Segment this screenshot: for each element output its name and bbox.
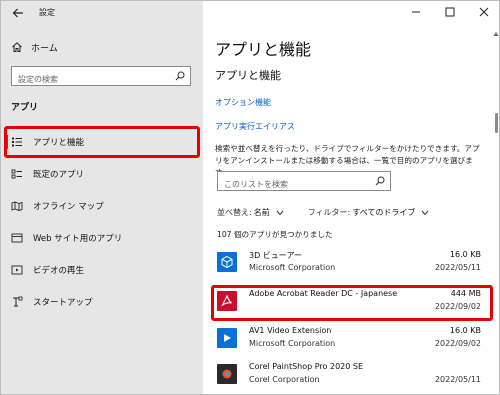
sidebar-item-label: ビデオの再生 <box>33 266 85 276</box>
app-size: 16.0 KB <box>449 250 481 259</box>
home-link[interactable]: ホーム <box>11 39 191 55</box>
maximize-icon <box>445 7 455 17</box>
section-title: アプリと機能 <box>215 69 281 82</box>
default-apps-icon <box>11 169 22 179</box>
minimize-icon <box>412 11 420 13</box>
sidebar-item-video-playback[interactable]: ビデオの再生 <box>1 254 203 286</box>
search-icon[interactable] <box>375 176 385 186</box>
window-title: 設定 <box>39 8 55 17</box>
app-list-search-box[interactable] <box>217 171 391 194</box>
highlight-box <box>4 126 200 158</box>
app-date: 2022/05/11 <box>434 375 481 384</box>
app-name: 3D ビューアー <box>249 251 302 260</box>
sort-dropdown[interactable]: 並べ替え: 名前 <box>217 207 284 218</box>
app-date: 2022/09/02 <box>434 339 481 348</box>
settings-search-input[interactable] <box>12 70 162 89</box>
filter-value: すべてのドライブ <box>352 208 416 217</box>
settings-search-box[interactable] <box>11 66 191 89</box>
startup-icon <box>13 296 23 307</box>
app-list-search-input[interactable] <box>218 175 368 194</box>
minimize-button[interactable] <box>399 1 433 23</box>
app-execution-aliases-link[interactable]: アプリ実行エイリアス <box>215 121 295 132</box>
home-icon <box>12 42 22 52</box>
app-name: AV1 Video Extension <box>249 326 332 335</box>
section-heading: アプリ <box>11 103 39 113</box>
back-button[interactable] <box>11 5 25 19</box>
sort-value: 名前 <box>253 208 270 217</box>
3d-viewer-icon <box>217 252 237 272</box>
filter-label: フィルター: <box>307 208 351 217</box>
app-count: 107 個のアプリが見つかりました <box>217 230 333 239</box>
app-publisher: Corel Corporation <box>249 375 320 384</box>
back-arrow-icon <box>12 8 23 18</box>
page-title: アプリと機能 <box>215 40 312 59</box>
scrollbar[interactable] <box>493 31 499 394</box>
sidebar-item-startup[interactable]: スタートアップ <box>1 286 203 318</box>
close-icon <box>479 7 489 17</box>
close-button[interactable] <box>467 1 499 23</box>
sidebar-item-label: オフライン マップ <box>33 202 104 212</box>
maximize-button[interactable] <box>433 1 467 23</box>
video-playback-icon <box>11 265 23 275</box>
settings-window: 設定 ホーム アプリ アプリと機能 <box>0 0 500 395</box>
window-controls <box>399 1 499 25</box>
app-list-item[interactable]: 3D ビューアー Microsoft Corporation 16.0 KB 2… <box>213 246 489 286</box>
home-label: ホーム <box>31 43 58 54</box>
app-list-item[interactable]: Corel PaintShop Pro 2020 SE Corel Corpor… <box>213 358 489 394</box>
apps-for-websites-icon <box>11 233 23 243</box>
app-name: Corel PaintShop Pro 2020 SE <box>249 362 364 371</box>
sidebar-item-label: 既定のアプリ <box>33 170 85 180</box>
app-date: 2022/05/11 <box>434 263 481 272</box>
app-list-item[interactable]: AV1 Video Extension Microsoft Corporatio… <box>213 322 489 362</box>
highlight-box <box>211 285 493 321</box>
app-publisher: Microsoft Corporation <box>249 263 336 272</box>
scroll-thumb[interactable] <box>495 113 498 133</box>
sidebar-item-label: Web サイト用のアプリ <box>33 234 123 244</box>
sidebar-item-offline-maps[interactable]: オフライン マップ <box>1 190 203 222</box>
optional-features-link[interactable]: オプション機能 <box>215 97 271 108</box>
scroll-up-arrow-icon[interactable] <box>493 31 499 37</box>
paintshop-pro-icon <box>217 364 237 384</box>
search-icon[interactable] <box>175 71 185 81</box>
chevron-down-icon <box>421 210 429 215</box>
av1-extension-icon <box>217 328 237 348</box>
sidebar-item-apps-for-websites[interactable]: Web サイト用のアプリ <box>1 222 203 254</box>
chevron-down-icon <box>276 210 284 215</box>
sidebar-item-label: スタートアップ <box>33 298 93 308</box>
title-bar: 設定 <box>1 1 203 25</box>
filter-bar: 並べ替え: 名前 フィルター: すべてのドライブ <box>217 207 453 218</box>
sidebar: 設定 ホーム アプリ アプリと機能 <box>1 1 203 394</box>
app-publisher: Microsoft Corporation <box>249 339 336 348</box>
sort-label: 並べ替え: <box>217 208 252 217</box>
sidebar-item-default-apps[interactable]: 既定のアプリ <box>1 158 203 190</box>
main-content: アプリと機能 アプリと機能 オプション機能 アプリ実行エイリアス 検索や並べ替え… <box>203 1 499 394</box>
app-size: 16.0 KB <box>449 326 481 335</box>
offline-maps-icon <box>11 201 23 211</box>
drive-filter-dropdown[interactable]: フィルター: すべてのドライブ <box>308 207 430 218</box>
